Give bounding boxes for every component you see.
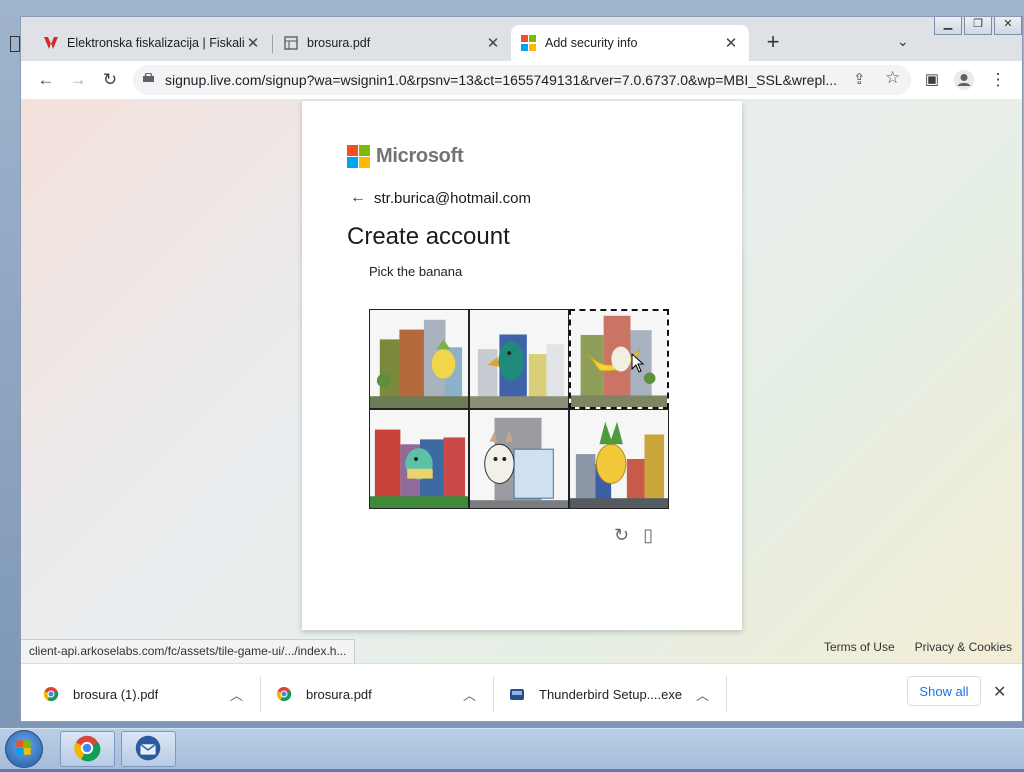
captcha-tile-duck[interactable] — [469, 309, 569, 409]
chevron-up-icon[interactable]: ︿ — [696, 685, 709, 704]
maximize-icon[interactable]: ❐ — [964, 17, 992, 35]
pdf-doc-icon — [284, 36, 298, 50]
captcha-tile-pineapple-2[interactable] — [569, 409, 669, 509]
minimize-icon[interactable]: ▁ — [934, 17, 962, 35]
captcha-prompt: Pick the banana — [369, 264, 463, 279]
forward-arrow-icon[interactable]: → — [67, 69, 89, 91]
tab-add-security-info[interactable]: Add security info ✕ — [511, 25, 749, 61]
thunderbird-icon — [135, 735, 161, 761]
page-content: Microsoft ← str.burica@hotmail.com Creat… — [21, 99, 1022, 663]
window-controls: ▁ ❐ ✕ — [932, 17, 1022, 35]
tab-fiskalizacija[interactable]: Elektronska fiskalizacija | Fiskaliza ✕ — [33, 25, 271, 61]
captcha-tile-pineapple[interactable] — [369, 309, 469, 409]
close-window-icon[interactable]: ✕ — [994, 17, 1022, 35]
back-arrow-icon[interactable]: ← — [350, 189, 366, 207]
captcha-controls: ↻ ▯ — [614, 525, 667, 546]
mouse-cursor-icon — [631, 353, 645, 373]
captcha-tile-dinosaur[interactable] — [369, 409, 469, 509]
status-bar-url: client-api.arkoselabs.com/fc/assets/tile… — [21, 639, 356, 663]
download-separator — [726, 676, 727, 712]
new-tab-plus-icon[interactable]: + — [761, 31, 785, 53]
captcha-tile-goat[interactable] — [469, 409, 569, 509]
tab-close-icon[interactable]: ✕ — [485, 34, 501, 52]
signup-card: Microsoft ← str.burica@hotmail.com Creat… — [302, 101, 742, 630]
terms-link[interactable]: Terms of Use — [824, 640, 895, 654]
browser-menu-icon[interactable]: ⋮ — [987, 69, 1009, 91]
account-back-row[interactable]: ← str.burica@hotmail.com — [350, 189, 531, 207]
show-all-downloads-button[interactable]: Show all — [907, 676, 981, 706]
captcha-grid — [369, 309, 669, 509]
tab-search-chevron-icon[interactable]: ⌄ — [897, 33, 909, 50]
fiskalizacija-logo-icon — [44, 37, 58, 49]
audio-captcha-icon[interactable]: ▯ — [643, 525, 653, 546]
tab-close-icon[interactable]: ✕ — [723, 34, 739, 52]
bookmark-star-icon[interactable]: ☆ — [885, 68, 900, 88]
side-panel-icon[interactable]: ▣ — [921, 69, 943, 91]
tab-title: Elektronska fiskalizacija | Fiskaliza — [67, 36, 245, 50]
chrome-file-icon — [43, 687, 59, 702]
tab-strip: Elektronska fiskalizacija | Fiskaliza ✕ … — [21, 17, 1022, 61]
microsoft-logo-icon — [521, 35, 537, 51]
tab-title: Add security info — [545, 36, 638, 50]
browser-window: Elektronska fiskalizacija | Fiskaliza ✕ … — [20, 16, 1023, 722]
share-icon[interactable]: ⇪ — [853, 70, 866, 88]
reload-icon[interactable]: ↻ — [99, 69, 121, 91]
brand-name: Microsoft — [376, 145, 464, 167]
footer-links: Terms of Use Privacy & Cookies — [804, 640, 1012, 654]
download-name: brosura.pdf — [306, 686, 372, 702]
url-text: signup.live.com/signup?wa=wsignin1.0&rps… — [165, 72, 838, 88]
download-separator — [493, 676, 494, 712]
browser-toolbar: ← → ↻ signup.live.com/signup?wa=wsignin1… — [21, 61, 1022, 99]
chevron-up-icon[interactable]: ︿ — [230, 685, 243, 704]
tab-close-icon[interactable]: ✕ — [245, 34, 261, 52]
refresh-captcha-icon[interactable]: ↻ — [614, 525, 629, 546]
installer-file-icon — [510, 689, 524, 700]
profile-avatar-icon[interactable] — [953, 69, 975, 91]
chrome-file-icon — [276, 687, 292, 702]
download-item[interactable]: brosura.pdf ︿ — [276, 664, 476, 721]
download-separator — [260, 676, 261, 712]
taskbar — [0, 728, 1024, 769]
download-item[interactable]: brosura (1).pdf ︿ — [43, 664, 243, 721]
close-downloads-icon[interactable]: ✕ — [993, 682, 1006, 702]
page-title: Create account — [347, 223, 510, 250]
download-name: brosura (1).pdf — [73, 686, 159, 702]
chevron-up-icon[interactable]: ︿ — [463, 685, 476, 704]
desktop-edge-window — [10, 36, 20, 52]
download-item[interactable]: Thunderbird Setup....exe ︿ — [509, 664, 709, 721]
back-arrow-icon[interactable]: ← — [35, 69, 57, 91]
tab-brosura[interactable]: brosura.pdf ✕ — [273, 25, 511, 61]
windows-logo-icon — [16, 740, 31, 755]
download-name: Thunderbird Setup....exe — [539, 686, 683, 702]
account-email: str.burica@hotmail.com — [374, 189, 531, 207]
taskbar-chrome[interactable] — [60, 731, 115, 767]
microsoft-logo: Microsoft — [347, 145, 464, 168]
start-button[interactable] — [5, 730, 43, 768]
privacy-link[interactable]: Privacy & Cookies — [915, 640, 1012, 654]
downloads-bar: brosura (1).pdf ︿ brosura.pdf ︿ Thunderb… — [21, 663, 1022, 721]
tab-title: brosura.pdf — [307, 36, 371, 50]
lock-icon — [143, 73, 154, 82]
microsoft-squares-icon — [347, 145, 370, 168]
address-bar[interactable]: signup.live.com/signup?wa=wsignin1.0&rps… — [133, 65, 911, 95]
chrome-icon — [74, 735, 101, 762]
taskbar-thunderbird[interactable] — [121, 731, 176, 767]
captcha-tile-banana[interactable] — [569, 309, 669, 409]
